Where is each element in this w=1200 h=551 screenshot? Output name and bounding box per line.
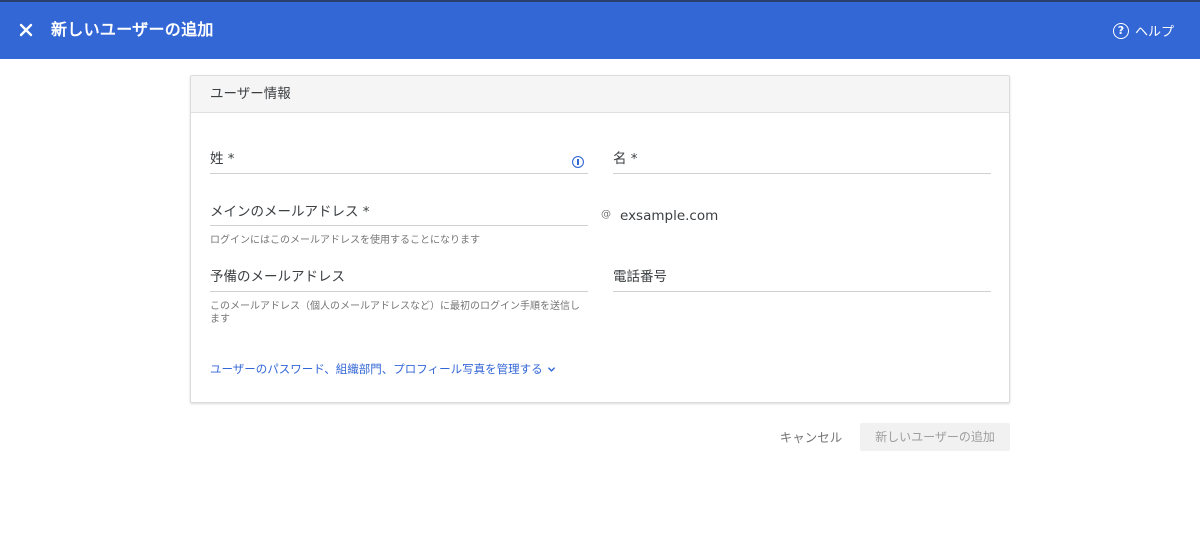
last-name-underline [210, 173, 588, 174]
first-name-field[interactable]: 名 * [613, 150, 991, 174]
manage-user-settings-link[interactable]: ユーザーのパスワード、組織部門、プロフィール写真を管理する [210, 361, 556, 377]
close-button[interactable] [14, 18, 38, 42]
help-button[interactable]: ? ヘルプ [1112, 21, 1174, 40]
secondary-email-label: 予備のメールアドレス [210, 269, 345, 285]
user-info-card: ユーザー情報 姓 * 名 * メインのメールアドレス * ログインにはこのメール… [190, 75, 1010, 403]
info-icon[interactable] [572, 156, 584, 168]
close-icon [19, 23, 33, 37]
manage-link-label: ユーザーのパスワード、組織部門、プロフィール写真を管理する [210, 362, 543, 376]
email-domain: exsample.com [620, 208, 719, 224]
primary-email-underline [210, 225, 588, 226]
phone-underline [613, 291, 991, 292]
primary-email-field[interactable]: メインのメールアドレス * ログインにはこのメールアドレスを使用することになりま… [210, 203, 588, 248]
at-sign: @ [601, 209, 611, 220]
phone-label: 電話番号 [613, 269, 667, 285]
phone-field[interactable]: 電話番号 [613, 268, 991, 292]
app-header: 新しいユーザーの追加 ? ヘルプ [0, 0, 1200, 59]
secondary-email-underline [210, 291, 588, 292]
section-title: ユーザー情報 [191, 76, 1009, 113]
page-title: 新しいユーザーの追加 [51, 20, 214, 39]
add-user-button[interactable]: 新しいユーザーの追加 [860, 423, 1010, 451]
last-name-field[interactable]: 姓 * [210, 150, 588, 174]
first-name-label: 名 * [613, 151, 638, 167]
cancel-button[interactable]: キャンセル [768, 423, 854, 451]
secondary-email-field[interactable]: 予備のメールアドレス このメールアドレス（個人のメールアドレスなど）に最初のログ… [210, 268, 588, 338]
last-name-label: 姓 * [210, 151, 235, 167]
help-label: ヘルプ [1134, 25, 1174, 40]
primary-email-hint: ログインにはこのメールアドレスを使用することになります [210, 235, 480, 246]
help-circle-icon: ? [1112, 22, 1129, 39]
primary-email-label: メインのメールアドレス * [210, 204, 370, 220]
chevron-down-icon [547, 366, 555, 372]
first-name-underline [613, 173, 991, 174]
secondary-email-hint: このメールアドレス（個人のメールアドレスなど）に最初のログイン手順を送信します [210, 301, 580, 325]
